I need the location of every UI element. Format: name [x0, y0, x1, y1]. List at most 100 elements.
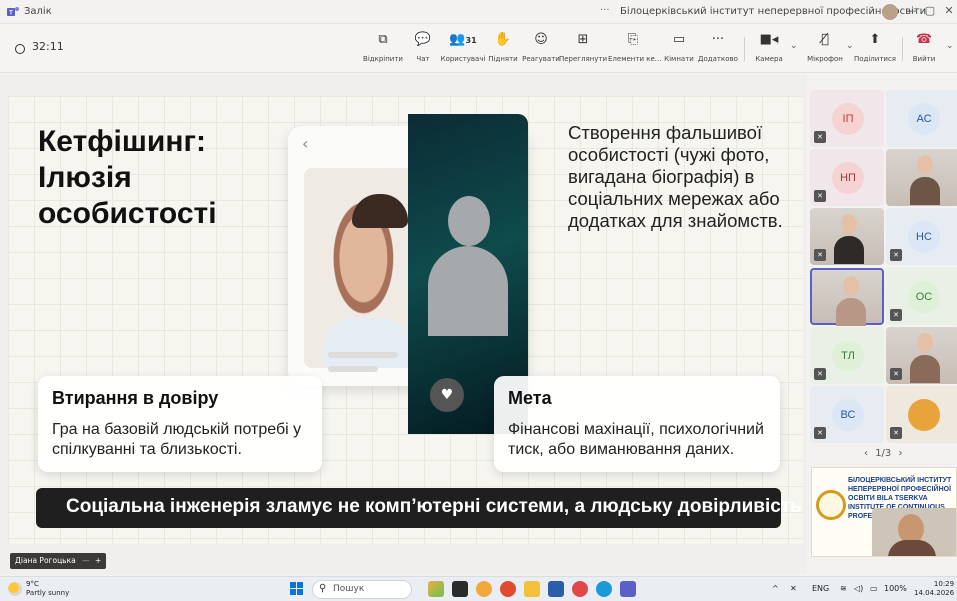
presenter-video: [872, 508, 956, 556]
teams-app-icon[interactable]: [620, 581, 636, 597]
phone-mockup-illustration: ‹ ♥: [288, 114, 528, 434]
participant-tile[interactable]: ✕: [886, 386, 957, 443]
mic-muted-icon: ✕: [814, 368, 826, 380]
clock[interactable]: 10:29 14.04.2026: [914, 580, 954, 598]
pagination: ‹ 1/3 ›: [864, 448, 903, 459]
shared-slide: Кетфішинг: Ілюзія особистості Створення …: [8, 96, 803, 544]
apps-icon: ⎘: [627, 32, 639, 47]
more-button[interactable]: ··· Додатково: [693, 31, 743, 63]
microphone-button[interactable]: 🎙̸ Мікрофон: [800, 31, 850, 63]
share-button[interactable]: ⬆ Поділитися: [850, 31, 900, 63]
more-options-button[interactable]: ···: [600, 5, 610, 16]
mic-muted-icon: ✕: [890, 309, 902, 321]
chevron-left-icon[interactable]: ‹: [864, 448, 868, 459]
heart-icon: ♥: [430, 378, 464, 412]
participant-tile[interactable]: ОС ✕: [886, 268, 957, 325]
participant-video: [836, 276, 866, 326]
participant-video: [834, 214, 864, 264]
placeholder-bar: [328, 352, 398, 358]
slide-banner: Соціальна інженерія зламує не комп’ютерн…: [36, 488, 803, 528]
participant-video-tile[interactable]: ✕: [810, 208, 884, 265]
mic-muted-icon: ✕: [814, 190, 826, 202]
institute-logo: [816, 490, 846, 520]
window-title: Залік: [24, 6, 52, 17]
participant-tile[interactable]: АС: [886, 90, 957, 147]
windows-taskbar: 9°C Partly sunny ⚲ Пошук ^ ✕ ENG ≋ ◁) ▭ …: [0, 576, 957, 601]
wifi-icon[interactable]: ≋: [840, 584, 847, 593]
plus-icon[interactable]: +: [95, 556, 101, 565]
card-goal: Мета Фінансові махінації, психологічний …: [494, 376, 780, 472]
search-icon: ⚲: [319, 583, 327, 594]
silhouette-icon: [428, 196, 508, 336]
minimize-button[interactable]: —: [903, 4, 919, 17]
teams-logo-icon: T: [7, 7, 19, 17]
battery-icon[interactable]: ▭: [870, 584, 878, 593]
people-icon: 👥: [449, 32, 466, 47]
organization-name[interactable]: Білоцерківський інститут неперервної про…: [620, 6, 926, 17]
task-view-icon[interactable]: [452, 581, 468, 597]
mic-muted-icon: ✕: [814, 131, 826, 143]
close-button[interactable]: ✕: [941, 4, 957, 17]
slide-title: Кетфішинг: Ілюзія особистості: [38, 125, 217, 230]
meeting-timer: 32:11: [32, 40, 64, 53]
apps-button[interactable]: ⎘ Елементи ке...: [608, 31, 661, 63]
presenter-line-icon: —: [82, 556, 90, 565]
view-button[interactable]: ⊞ Переглянути: [558, 31, 608, 63]
card-trust: Втирання в довіру Гра на базовій людські…: [38, 376, 322, 472]
mic-muted-icon: ✕: [814, 427, 826, 439]
mic-muted-icon: ✕: [890, 427, 902, 439]
chevron-up-icon[interactable]: ^: [772, 584, 779, 593]
participant-video-tile[interactable]: [886, 149, 957, 206]
card-trust-body: Гра на базовій людській потребі у спілку…: [52, 421, 302, 458]
start-button[interactable]: [290, 582, 304, 596]
opera-app-icon[interactable]: [500, 581, 516, 597]
camera-options-chevron-icon[interactable]: ⌄: [790, 41, 798, 51]
more-icon: ···: [711, 32, 725, 47]
leave-button[interactable]: ☎ Вийти: [902, 31, 946, 63]
participant-tile[interactable]: ТЛ ✕: [810, 327, 884, 384]
smiling-man-photo: [304, 168, 412, 368]
active-speaker-tile[interactable]: [810, 268, 884, 326]
leave-options-chevron-icon[interactable]: ⌄: [946, 41, 954, 51]
participant-tile[interactable]: ІП ✕: [810, 90, 884, 147]
participant-tile[interactable]: НС ✕: [886, 208, 957, 265]
meeting-toolbar: 32:11 ⧉ Відкріпити 💬 Чат 👥31 Користувачі…: [0, 25, 957, 73]
mic-muted-icon: ✕: [890, 249, 902, 261]
browser-app-icon[interactable]: [476, 581, 492, 597]
shield-icon: [14, 40, 26, 59]
weather-icon[interactable]: [8, 582, 22, 596]
card-goal-body: Фінансові махінації, психологічний тиск,…: [508, 421, 764, 458]
participant-tile[interactable]: НП ✕: [810, 149, 884, 206]
camera-icon: ■◂: [759, 32, 779, 47]
search-input[interactable]: ⚲ Пошук: [312, 580, 412, 599]
mic-off-tray-icon[interactable]: ✕: [790, 584, 797, 593]
presenter-name-label: Діана Рогоцька — +: [10, 553, 107, 569]
maximize-button[interactable]: ▢: [922, 4, 938, 17]
edge-app-icon[interactable]: [596, 581, 612, 597]
volume-icon[interactable]: ◁): [854, 584, 863, 593]
mic-off-icon: 🎙̸: [821, 32, 829, 47]
camera-button[interactable]: ■◂ Камера: [744, 31, 794, 63]
leave-icon: ☎: [915, 32, 933, 47]
weather-widget[interactable]: 9°C Partly sunny: [26, 580, 69, 598]
card-goal-title: Мета: [508, 388, 552, 408]
mic-muted-icon: ✕: [890, 368, 902, 380]
slide-banner-text: Соціальна інженерія зламує не комп’ютерн…: [66, 496, 803, 517]
participant-count: 31: [465, 36, 477, 45]
participant-video: [910, 155, 940, 205]
participants-panel: ІП ✕ АС НП ✕ ✕ НС ✕ ОС ✕ ТЛ ✕ ✕ ВС ✕ ✕ ‹…: [808, 74, 957, 574]
chevron-right-icon[interactable]: ›: [898, 448, 902, 459]
store-app-icon[interactable]: [548, 581, 564, 597]
widgets-app-icon[interactable]: [428, 581, 444, 597]
participant-video-tile[interactable]: ✕: [886, 327, 957, 384]
view-icon: ⊞: [577, 32, 589, 47]
content-share-thumbnail[interactable]: БІЛОЦЕРКІВСЬКИЙ ІНСТИТУТ НЕПЕРЕРВНОЇ ПРО…: [811, 467, 957, 557]
profile-avatar[interactable]: [882, 4, 898, 20]
language-indicator[interactable]: ENG: [812, 584, 829, 593]
share-icon: ⬆: [869, 32, 881, 47]
card-trust-title: Втирання в довіру: [52, 388, 219, 408]
app-icon[interactable]: [572, 581, 588, 597]
participant-tile[interactable]: ВС ✕: [810, 386, 884, 443]
file-explorer-icon[interactable]: [524, 581, 540, 597]
battery-percentage: 100%: [884, 584, 907, 593]
